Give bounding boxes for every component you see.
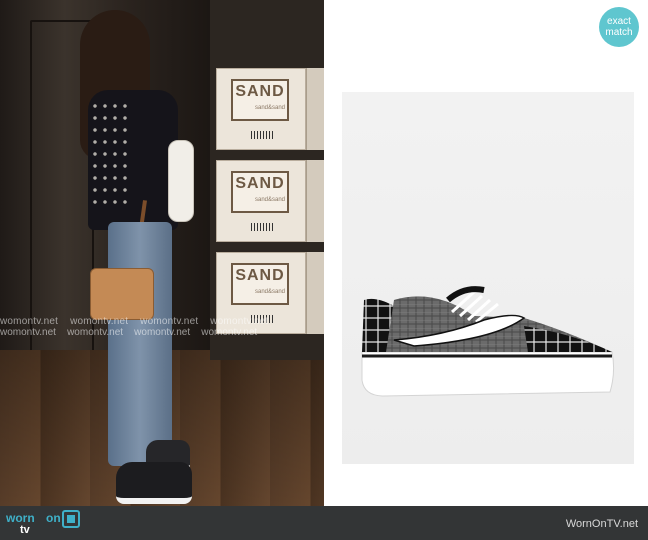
exact-match-badge: exact match bbox=[599, 7, 639, 47]
box-sublabel: sand&sand bbox=[255, 289, 286, 295]
jeans bbox=[108, 222, 172, 466]
water-bottle bbox=[168, 140, 194, 222]
site-url: WornOnTV.net bbox=[565, 518, 638, 530]
outfit-photo: SAND sand&sand SAND sand&sand SAND sand&… bbox=[0, 0, 324, 506]
crossbody-bag bbox=[90, 268, 154, 320]
box-stack: SAND sand&sand SAND sand&sand SAND sand&… bbox=[210, 0, 324, 360]
wornontv-logo[interactable]: worn on tv bbox=[4, 508, 84, 538]
box-sublabel: sand&sand bbox=[255, 105, 286, 111]
box-label: SAND bbox=[231, 79, 289, 121]
sneaker-front bbox=[116, 462, 192, 504]
tv-icon bbox=[62, 510, 80, 528]
box-label: SAND bbox=[231, 263, 289, 305]
product-image[interactable] bbox=[324, 0, 648, 506]
barcode bbox=[251, 131, 275, 139]
watermark-row: womontv.net womontv.net womontv.net womo… bbox=[0, 327, 258, 338]
barcode bbox=[251, 223, 275, 231]
sand-box: SAND sand&sand bbox=[216, 160, 306, 242]
box-label: SAND bbox=[231, 171, 289, 213]
sand-box: SAND sand&sand bbox=[216, 68, 306, 150]
box-sublabel: sand&sand bbox=[255, 197, 286, 203]
product-panel: exact match bbox=[324, 0, 648, 506]
footer-bar bbox=[0, 506, 648, 540]
